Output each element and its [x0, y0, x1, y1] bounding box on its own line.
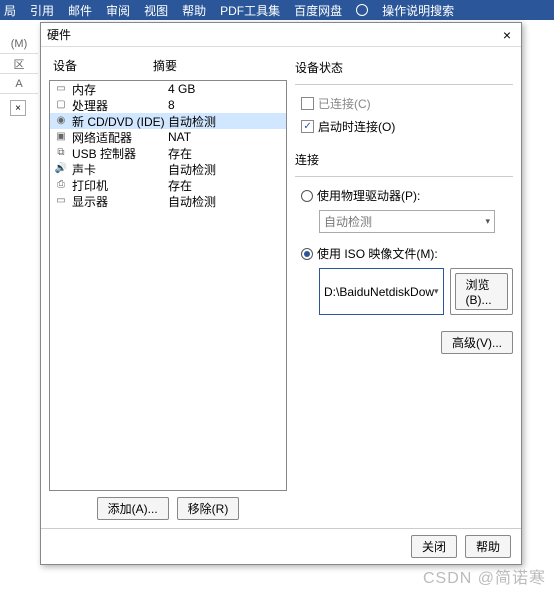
- device-name: 内存: [72, 81, 168, 98]
- device-list-pane: 设备 摘要 ▭内存4 GB ▢处理器8 ◉新 CD/DVD (IDE)自动检测 …: [49, 55, 287, 520]
- help-button[interactable]: 帮助: [465, 535, 511, 558]
- device-summary: 自动检测: [168, 193, 282, 210]
- bulb-icon: [356, 4, 368, 16]
- checkbox-icon[interactable]: [301, 97, 314, 110]
- checkbox-label: 已连接(C): [318, 95, 371, 112]
- list-item[interactable]: ▭ 显示器自动检测: [50, 193, 286, 209]
- device-summary: 存在: [168, 145, 282, 162]
- device-summary: 自动检测: [168, 113, 282, 130]
- strip-label: (M): [0, 34, 38, 54]
- list-header: 设备 摘要: [49, 55, 287, 76]
- connected-checkbox-row[interactable]: 已连接(C): [295, 95, 513, 112]
- list-item[interactable]: ⎙ 打印机存在: [50, 177, 286, 193]
- status-group-label: 设备状态: [295, 59, 513, 76]
- device-listbox[interactable]: ▭内存4 GB ▢处理器8 ◉新 CD/DVD (IDE)自动检测 ▣网络适配器…: [49, 80, 287, 491]
- close-button[interactable]: 关闭: [411, 535, 457, 558]
- device-summary: 存在: [168, 177, 282, 194]
- device-name: 处理器: [72, 97, 168, 114]
- device-name: 新 CD/DVD (IDE): [72, 113, 168, 130]
- hardware-dialog: 硬件 × 设备 摘要 ▭ 内存4 GB ▢ 处理器8 ◉ 新 CD/DVD (IDE)…: [40, 22, 522, 565]
- device-summary: 8: [168, 98, 282, 112]
- menu-item[interactable]: 百度网盘: [294, 2, 342, 19]
- search-hint[interactable]: 操作说明搜索: [382, 2, 454, 19]
- device-name: USB 控制器: [72, 145, 168, 162]
- browse-button[interactable]: 浏览(B)...: [455, 273, 508, 310]
- device-name: 声卡: [72, 161, 168, 178]
- dialog-title: 硬件: [47, 26, 71, 43]
- list-item[interactable]: 🔊 声卡自动检测: [50, 161, 286, 177]
- menu-item[interactable]: 局: [4, 2, 16, 19]
- separator: [295, 84, 513, 85]
- advanced-button[interactable]: 高级(V)...: [441, 331, 513, 354]
- connect-on-power-checkbox-row[interactable]: ✓ 启动时连接(O): [295, 118, 513, 135]
- iso-path-select[interactable]: D:\BaiduNetdiskDownload\Cent ▾: [319, 268, 444, 315]
- list-item[interactable]: ◉ 新 CD/DVD (IDE)自动检测: [50, 113, 286, 129]
- menu-item[interactable]: 引用: [30, 2, 54, 19]
- menu-item[interactable]: 审阅: [106, 2, 130, 19]
- menu-item[interactable]: 视图: [144, 2, 168, 19]
- app-menubar: 局 引用 邮件 审阅 视图 帮助 PDF工具集 百度网盘 操作说明搜索: [0, 0, 554, 20]
- sound-icon: 🔊: [54, 163, 68, 175]
- strip-a: A: [0, 74, 38, 94]
- watermark: CSDN @简诺寒: [423, 564, 546, 588]
- checkbox-label: 启动时连接(O): [318, 118, 395, 135]
- list-item[interactable]: ⧉ USB 控制器存在: [50, 145, 286, 161]
- settings-pane: 设备状态 已连接(C) ✓ 启动时连接(O) 连接 使用物理驱动器(P): 自动…: [295, 55, 513, 520]
- menu-item[interactable]: 邮件: [68, 2, 92, 19]
- physical-drive-select[interactable]: 自动检测 ▾: [319, 210, 495, 233]
- select-value: D:\BaiduNetdiskDownload\Cent: [324, 285, 434, 299]
- radio-icon[interactable]: [301, 190, 313, 202]
- list-item[interactable]: ▢ 处理器8: [50, 97, 286, 113]
- chevron-down-icon: ▾: [485, 216, 490, 227]
- radio-label: 使用物理驱动器(P):: [317, 187, 420, 204]
- cpu-icon: ▢: [54, 99, 68, 111]
- list-item[interactable]: ▣ 网络适配器NAT: [50, 129, 286, 145]
- dialog-titlebar: 硬件 ×: [41, 23, 521, 47]
- device-name: 网络适配器: [72, 129, 168, 146]
- radio-icon[interactable]: [301, 248, 313, 260]
- left-panel-strip: (M) 区 A ×: [0, 34, 38, 116]
- device-summary: NAT: [168, 130, 282, 144]
- select-value: 自动检测: [324, 213, 372, 230]
- dialog-footer: 关闭 帮助: [41, 528, 521, 564]
- separator: [295, 176, 513, 177]
- memory-icon: ▭: [54, 83, 68, 95]
- device-name: 显示器: [72, 193, 168, 210]
- menu-item[interactable]: PDF工具集: [220, 2, 280, 19]
- network-icon: ▣: [54, 131, 68, 143]
- device-name: 打印机: [72, 177, 168, 194]
- use-physical-radio[interactable]: 使用物理驱动器(P):: [295, 187, 513, 204]
- header-device: 设备: [53, 57, 153, 74]
- checkbox-icon[interactable]: ✓: [301, 120, 314, 133]
- display-icon: ▭: [54, 195, 68, 207]
- header-summary: 摘要: [153, 57, 283, 74]
- connection-group-label: 连接: [295, 151, 513, 168]
- device-summary: 自动检测: [168, 161, 282, 178]
- remove-button[interactable]: 移除(R): [177, 497, 240, 520]
- usb-icon: ⧉: [54, 147, 68, 159]
- radio-label: 使用 ISO 映像文件(M):: [317, 245, 438, 262]
- cd-icon: ◉: [54, 115, 68, 127]
- menu-item[interactable]: 帮助: [182, 2, 206, 19]
- device-summary: 4 GB: [168, 82, 282, 96]
- close-icon[interactable]: ×: [499, 27, 515, 43]
- strip-extra: 区: [0, 54, 38, 74]
- use-iso-radio[interactable]: 使用 ISO 映像文件(M):: [295, 245, 513, 262]
- close-icon[interactable]: ×: [10, 100, 26, 116]
- chevron-down-icon: ▾: [434, 286, 439, 297]
- list-item[interactable]: ▭ 内存4 GB: [50, 81, 286, 97]
- printer-icon: ⎙: [54, 179, 68, 191]
- add-button[interactable]: 添加(A)...: [97, 497, 169, 520]
